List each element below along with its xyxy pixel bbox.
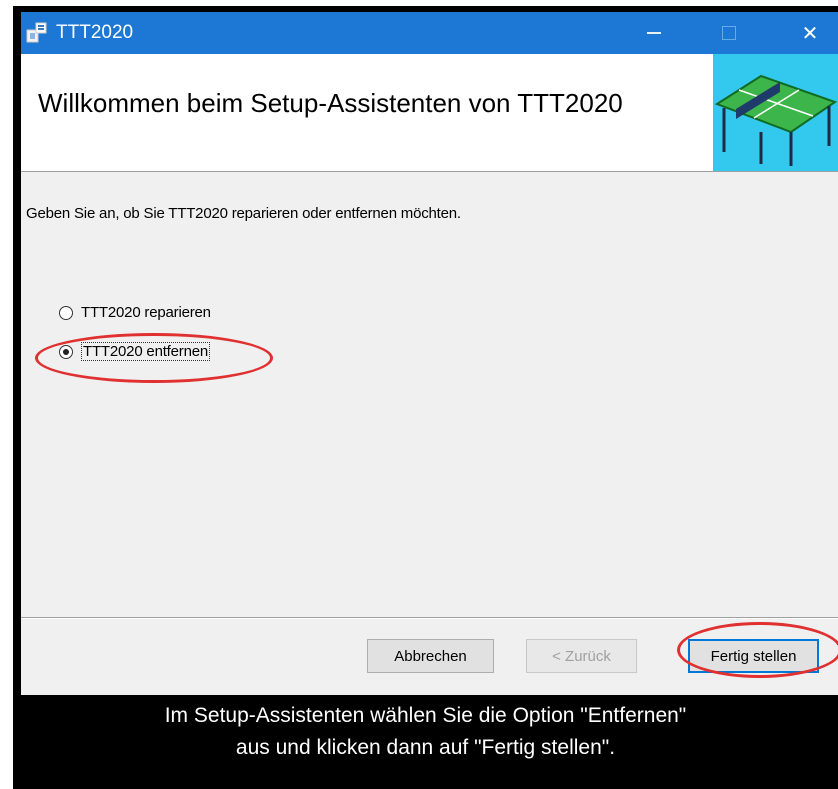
repair-option[interactable]: TTT2020 reparieren: [59, 304, 211, 321]
highlight-ellipse-finish: [677, 622, 838, 678]
window-title: TTT2020: [56, 22, 134, 43]
footer-divider: [21, 617, 838, 619]
cancel-button[interactable]: Abbrechen: [367, 639, 494, 673]
maximize-icon: [722, 26, 736, 40]
repair-label[interactable]: TTT2020 reparieren: [81, 304, 211, 321]
close-button[interactable]: ✕: [782, 12, 838, 54]
minimize-button[interactable]: [626, 12, 682, 54]
banner-graphic: [713, 54, 838, 171]
table-tennis-icon: [714, 74, 838, 166]
caption-line-2: aus und klicken dann auf "Fertig stellen…: [235, 736, 616, 759]
caption-line-1: Im Setup-Assistenten wählen Sie die Opti…: [164, 704, 687, 727]
repair-radio[interactable]: [59, 305, 73, 320]
title-bar: TTT2020 ✕: [21, 12, 838, 54]
page-title: Willkommen beim Setup-Assistenten von TT…: [38, 88, 623, 118]
instruction-text: Geben Sie an, ob Sie TTT2020 reparieren …: [26, 205, 461, 222]
back-button[interactable]: < Zurück: [526, 639, 637, 673]
subtitle-caption: Im Setup-Assistenten wählen Sie die Opti…: [13, 700, 838, 764]
setup-window: TTT2020 ✕ Willkommen beim Setup-Assisten…: [21, 12, 838, 695]
highlight-ellipse-remove: [35, 333, 273, 383]
wizard-header: Willkommen beim Setup-Assistenten von TT…: [21, 54, 838, 172]
close-icon: ✕: [801, 22, 819, 45]
maximize-button[interactable]: [701, 12, 757, 54]
installer-icon: [26, 22, 47, 43]
minimize-icon: [647, 32, 661, 34]
